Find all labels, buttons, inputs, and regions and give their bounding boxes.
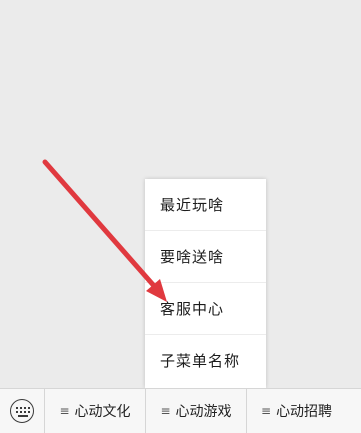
submenu-item-recent-games[interactable]: 最近玩啥	[145, 179, 266, 231]
keyboard-icon	[10, 399, 34, 423]
submenu-item-gifts[interactable]: 要啥送啥	[145, 231, 266, 283]
menu-tab-label: 心动文化	[74, 404, 131, 420]
menu-tab-culture[interactable]: ≡ 心动文化	[45, 389, 146, 433]
submenu-popup: 最近玩啥 要啥送啥 客服中心 子菜单名称	[145, 179, 266, 388]
menu-lines-icon: ≡	[160, 404, 171, 418]
submenu-item-placeholder[interactable]: 子菜单名称	[145, 335, 266, 387]
menu-tab-label: 心动游戏	[175, 404, 232, 420]
menu-tab-games[interactable]: ≡ 心动游戏	[146, 389, 247, 433]
submenu-item-customer-service[interactable]: 客服中心	[145, 283, 266, 335]
keyboard-toggle-button[interactable]	[0, 389, 45, 433]
bottom-menu-bar: ≡ 心动文化 ≡ 心动游戏 ≡ 心动招聘	[0, 388, 361, 433]
menu-lines-icon: ≡	[59, 404, 70, 418]
menu-lines-icon: ≡	[261, 404, 272, 418]
menu-tab-recruitment[interactable]: ≡ 心动招聘	[247, 389, 361, 433]
menu-tab-label: 心动招聘	[276, 404, 333, 420]
